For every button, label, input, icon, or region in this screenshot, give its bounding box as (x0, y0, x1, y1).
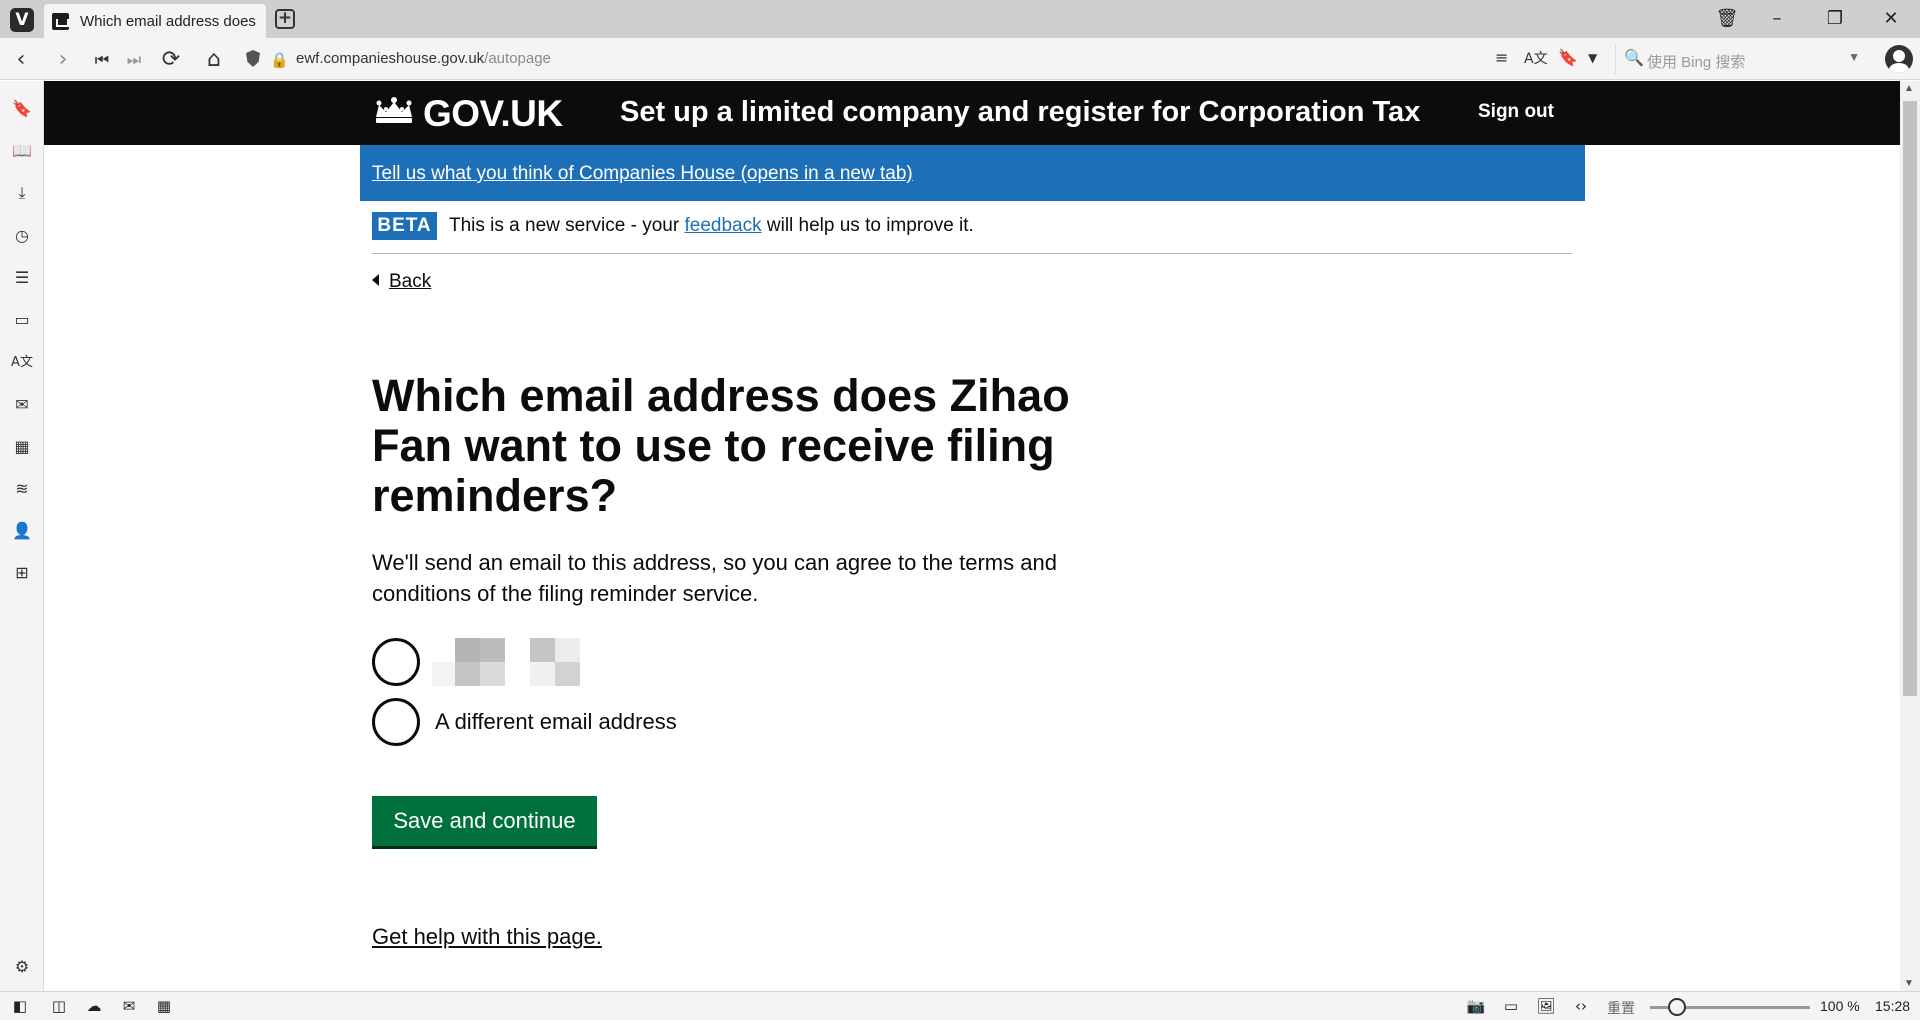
sync-cloud-icon[interactable]: ☁ (83, 996, 105, 1016)
govuk-header: GOV.UK Set up a limited company and regi… (44, 81, 1900, 145)
reading-list-icon[interactable]: 📖 (10, 139, 34, 163)
zoom-reset-label[interactable]: 重置 (1607, 998, 1635, 1018)
status-calendar-icon[interactable]: ▦ (153, 996, 175, 1016)
panel-toggle-icon[interactable]: ◧ (9, 996, 31, 1016)
profile-avatar[interactable] (1885, 45, 1913, 73)
status-bar: ◧ ◫ ☁ ✉ ▦ 📷 ▭ 🖼 ‹› 重置 100 % 15:28 (0, 991, 1920, 1020)
home-icon[interactable]: ⌂ (201, 47, 227, 73)
vertical-scrollbar[interactable]: ▲ ▼ (1900, 81, 1920, 991)
restore-button[interactable]: ❐ (1820, 6, 1850, 32)
feedback-link[interactable]: feedback (684, 215, 761, 236)
redacted-email-label (432, 638, 582, 686)
close-window-button[interactable]: ✕ (1876, 6, 1906, 32)
images-toggle-icon[interactable]: 🖼 (1535, 996, 1557, 1016)
downloads-icon[interactable]: ⤓ (10, 181, 34, 205)
translate-panel-icon[interactable]: A文 (10, 351, 34, 375)
radio-button[interactable] (372, 638, 420, 686)
side-panel: 🔖 📖 ⤓ ◷ ☰ ▭ A文 ✉ ▦ ≋ 👤 ⊞ ⚙ (0, 81, 44, 991)
status-mail-icon[interactable]: ✉ (118, 996, 140, 1016)
trash-icon[interactable]: 🗑 (1712, 6, 1742, 32)
radio-option-existing-email[interactable] (372, 638, 972, 686)
bookmarks-panel-icon[interactable]: 🔖 (10, 97, 34, 121)
back-link[interactable]: Back (372, 271, 431, 293)
page-actions-icon[interactable]: ‹› (1570, 996, 1592, 1016)
zoom-level: 100 % (1820, 998, 1860, 1014)
radio-label[interactable]: A different email address (435, 709, 677, 735)
feedback-survey-link[interactable]: Tell us what you think of Companies Hous… (372, 163, 913, 185)
save-and-continue-button[interactable]: Save and continue (372, 796, 597, 846)
web-page: GOV.UK Set up a limited company and regi… (44, 81, 1900, 991)
url-input[interactable]: 🔒 ewf.companieshouse.gov.uk/autopage ≡ A… (240, 44, 1597, 74)
back-link-label: Back (389, 271, 432, 292)
scroll-down-arrow-icon[interactable]: ▼ (1904, 978, 1914, 989)
contacts-icon[interactable]: 👤 (10, 519, 34, 543)
sign-out-link[interactable]: Sign out (1478, 101, 1554, 123)
url-host: ewf.companieshouse.gov.uk (296, 50, 485, 67)
feedback-banner: Tell us what you think of Companies Hous… (360, 145, 1585, 201)
clock: 15:28 (1875, 998, 1911, 1014)
zoom-slider-knob[interactable] (1668, 998, 1686, 1016)
reload-icon[interactable]: ⟳ (158, 47, 184, 73)
translate-icon[interactable]: A文 (1524, 48, 1548, 68)
url-text: ewf.companieshouse.gov.uk/autopage (296, 50, 551, 67)
lock-icon[interactable]: 🔒 (270, 51, 289, 69)
rewind-icon[interactable]: ⏮ (89, 47, 115, 73)
history-icon[interactable]: ◷ (10, 224, 34, 248)
feeds-icon[interactable]: ≋ (10, 477, 34, 501)
page-title: Which email address does Zihao Fan want … (372, 370, 1070, 521)
scroll-thumb[interactable] (1903, 101, 1917, 696)
minimize-button[interactable]: – (1762, 6, 1792, 32)
radio-option-different-email[interactable]: A different email address (372, 698, 972, 746)
chevron-down-icon[interactable]: ▼ (1588, 51, 1597, 65)
notes-icon[interactable]: ☰ (10, 266, 34, 290)
active-tab[interactable]: Which email address does Zihao Fan want … (44, 4, 266, 38)
radio-button[interactable] (372, 698, 420, 746)
search-engine-chevron-icon[interactable]: ▼ (1848, 50, 1860, 64)
tiling-icon[interactable]: ▭ (1500, 996, 1522, 1016)
tab-bar: V Which email address does Zihao Fan wan… (0, 0, 1920, 38)
get-help-link[interactable]: Get help with this page. (372, 924, 602, 950)
divider (372, 253, 1572, 254)
tab-title: Which email address does Zihao Fan want … (80, 13, 260, 30)
window-panel-icon[interactable]: ▭ (10, 308, 34, 332)
govuk-logo[interactable]: GOV.UK (423, 93, 563, 135)
calendar-icon[interactable]: ▦ (10, 435, 34, 459)
capture-camera-icon[interactable]: 📷 (1465, 996, 1487, 1016)
phase-banner-text: This is a new service - your feedback wi… (449, 215, 974, 237)
add-web-panel-icon[interactable]: ⊞ (10, 561, 34, 585)
beta-tag: BETA (372, 212, 437, 240)
phase-text-after: will help us to improve it. (761, 215, 974, 236)
scroll-up-arrow-icon[interactable]: ▲ (1904, 83, 1914, 94)
forward-navigation-icon[interactable]: › (50, 47, 76, 73)
govuk-favicon-icon (52, 13, 69, 30)
back-navigation-icon[interactable]: ‹ (8, 47, 34, 73)
mail-icon[interactable]: ✉ (10, 393, 34, 417)
service-name[interactable]: Set up a limited company and register fo… (620, 96, 1420, 129)
phase-text-before: This is a new service - your (449, 215, 685, 236)
vivaldi-menu-icon[interactable]: V (10, 8, 34, 32)
crown-icon[interactable] (372, 96, 416, 126)
search-placeholder: 使用 Bing 搜索 (1647, 54, 1746, 71)
tracker-shield-icon[interactable] (246, 50, 260, 67)
tab-tiling-icon[interactable]: ◫ (48, 996, 70, 1016)
search-input[interactable]: 🔍 使用 Bing 搜索 ▼ (1615, 44, 1868, 74)
new-tab-button[interactable]: + (275, 9, 295, 29)
search-icon: 🔍 (1624, 48, 1644, 67)
settings-gear-icon[interactable]: ⚙ (10, 955, 34, 979)
url-path: /autopage (484, 50, 551, 67)
back-arrow-icon (372, 274, 379, 286)
fast-forward-icon[interactable]: ⏭ (121, 47, 147, 73)
reader-view-icon[interactable]: ≡ (1495, 48, 1508, 67)
bookmark-icon[interactable]: 🔖 (1558, 48, 1578, 67)
question-hint: We'll send an email to this address, so … (372, 550, 1057, 606)
